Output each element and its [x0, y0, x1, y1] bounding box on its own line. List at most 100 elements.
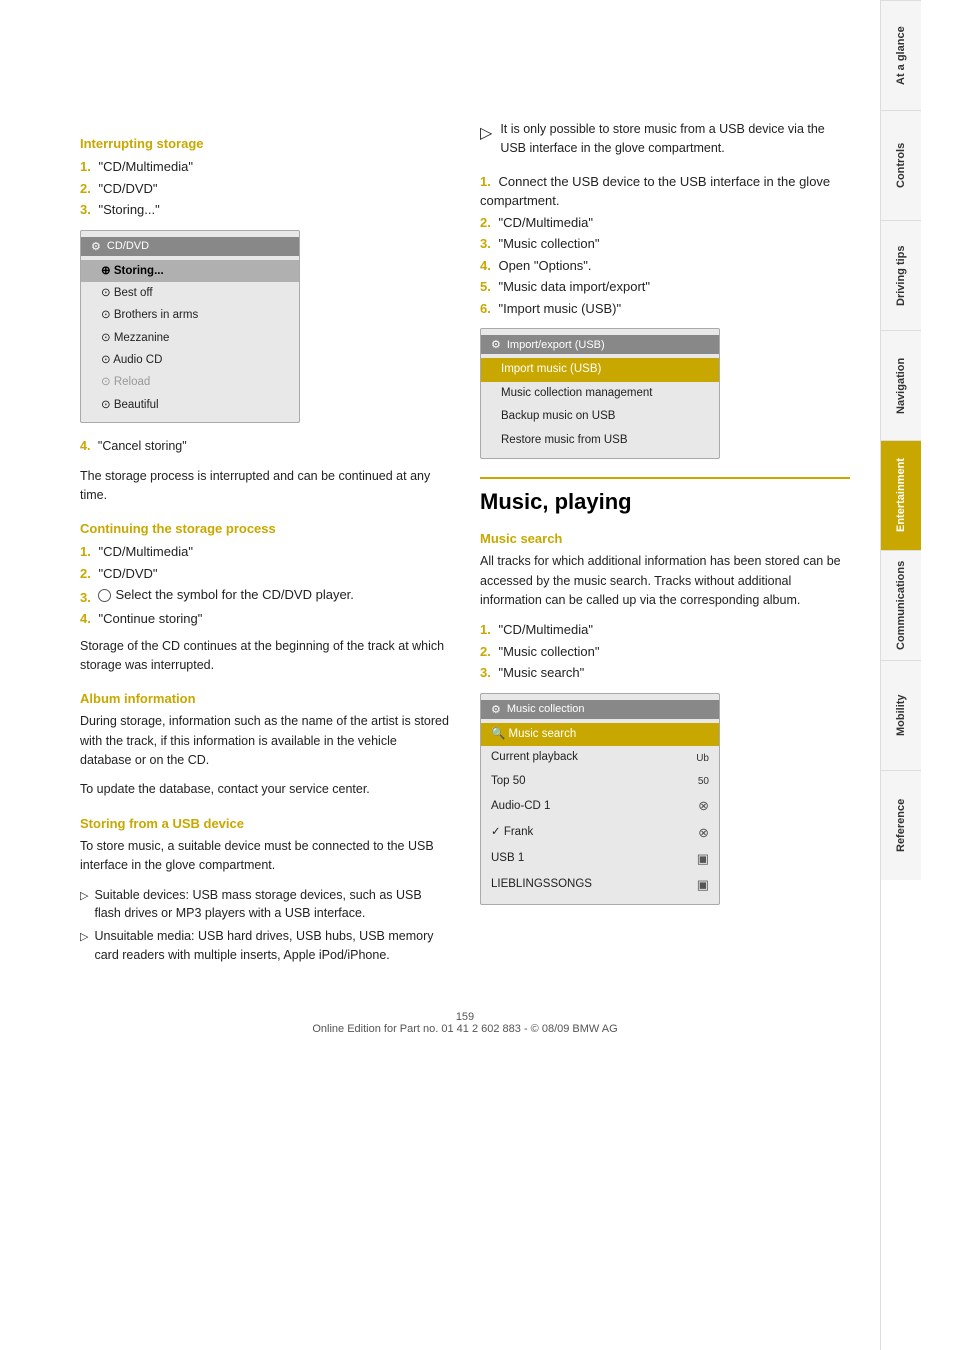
menu-item-storing: ⊕ Storing... [81, 260, 299, 282]
usb-step-4: 4. Open "Options". [480, 256, 850, 276]
step-num: 5. [480, 279, 491, 294]
gear-icon: ⚙ [491, 703, 501, 716]
usb-step-6: 6. "Import music (USB)" [480, 299, 850, 319]
menu-item-reload: ⊙ Reload [81, 371, 299, 393]
mc-item-usb1: USB 1 ▣ [481, 846, 719, 872]
mc-title-text: Music collection [507, 703, 585, 715]
right-sidebar: At a glance Controls Driving tips Naviga… [880, 0, 920, 1350]
mc-item-label: Current playback [491, 748, 578, 768]
usb-step-1: 1. Connect the USB device to the USB int… [480, 172, 850, 211]
step-text: "CD/DVD" [98, 566, 157, 581]
mc-item-icon: 50 [698, 773, 709, 790]
step-text: "Music collection" [498, 236, 599, 251]
storing-usb-section: Storing from a USB device To store music… [80, 816, 450, 965]
step-num: 1. [80, 544, 91, 559]
cont-step-1: 1. "CD/Multimedia" [80, 542, 450, 562]
usb-menu-title-text: Import/export (USB) [507, 339, 605, 351]
page-number: 159 [456, 1011, 474, 1023]
usb-menu-item-backup: Backup music on USB [481, 405, 719, 429]
sidebar-tab-driving-tips[interactable]: Driving tips [881, 220, 921, 330]
cont-step-3: 3. Select the symbol for the CD/DVD play… [80, 585, 450, 607]
sidebar-tab-mobility[interactable]: Mobility [881, 660, 921, 770]
step-num: 3. [80, 590, 91, 605]
music-search-section: Music search All tracks for which additi… [480, 531, 850, 905]
continuing-note: Storage of the CD continues at the begin… [80, 637, 450, 676]
mc-item-icon: ⊗ [698, 795, 709, 817]
step-text: "Storing..." [98, 202, 159, 217]
step-text: "Music search" [498, 665, 584, 680]
sidebar-tab-communications[interactable]: Communications [881, 550, 921, 660]
menu-title: ⚙ CD/DVD [81, 237, 299, 256]
step-text: "CD/Multimedia" [498, 215, 592, 230]
step-text: "CD/Multimedia" [98, 544, 192, 559]
ms-step-1: 1. "CD/Multimedia" [480, 620, 850, 640]
main-content: Interrupting storage 1. "CD/Multimedia" … [0, 0, 880, 1350]
ms-step-2: 2. "Music collection" [480, 642, 850, 662]
step-num: 6. [480, 301, 491, 316]
page-wrapper: Interrupting storage 1. "CD/Multimedia" … [0, 0, 954, 1350]
step-num: 3. [480, 236, 491, 251]
sidebar-tab-navigation[interactable]: Navigation [881, 330, 921, 440]
mc-item-icon: ▣ [697, 848, 709, 870]
step-text: Open "Options". [498, 258, 591, 273]
page-footer: 159 Online Edition for Part no. 01 41 2 … [80, 1011, 850, 1055]
step-4-num: 4. [80, 439, 90, 453]
mc-item-label: 🔍 Music search [491, 725, 576, 745]
step-text: "Music data import/export" [498, 279, 650, 294]
menu-item-mezzanine: ⊙ Mezzanine [81, 327, 299, 349]
music-search-steps: 1. "CD/Multimedia" 2. "Music collection"… [480, 620, 850, 683]
step-2: 2. "CD/DVD" [80, 179, 450, 199]
music-collection-screenshot: ⚙ Music collection 🔍 Music search Curren… [480, 693, 720, 905]
cddvd-player-icon [98, 589, 111, 602]
menu-title-text: CD/DVD [107, 240, 149, 252]
sidebar-tab-reference[interactable]: Reference [881, 770, 921, 880]
album-info-para2: To update the database, contact your ser… [80, 780, 450, 799]
interrupting-storage-heading: Interrupting storage [80, 136, 450, 151]
step-text: "Music collection" [498, 644, 599, 659]
usb-steps: 1. Connect the USB device to the USB int… [480, 172, 850, 319]
mc-item-lieblingssongs: LIEBLINGSSONGS ▣ [481, 872, 719, 898]
step-1: 1. "CD/Multimedia" [80, 157, 450, 177]
step-4-text: "Cancel storing" [98, 439, 187, 453]
menu-item-beautiful: ⊙ Beautiful [81, 394, 299, 416]
usb-menu-title: ⚙ Import/export (USB) [481, 335, 719, 354]
menu-item-bestoff: ⊙ Best off [81, 282, 299, 304]
sidebar-tab-controls[interactable]: Controls [881, 110, 921, 220]
continuing-storage-heading: Continuing the storage process [80, 521, 450, 536]
mc-item-label: LIEBLINGSSONGS [491, 875, 592, 895]
mc-item-icon: ▣ [697, 874, 709, 896]
usb-step-5: 5. "Music data import/export" [480, 277, 850, 297]
step-num: 1. [480, 174, 491, 189]
step-num: 1. [80, 159, 91, 174]
music-search-description: All tracks for which additional informat… [480, 552, 850, 610]
mc-item-label: Audio-CD 1 [491, 797, 550, 817]
step-text: "Continue storing" [98, 611, 202, 626]
interrupting-note: The storage process is interrupted and c… [80, 467, 450, 506]
usb-menu-item-management: Music collection management [481, 382, 719, 406]
usb-import-export-screenshot: ⚙ Import/export (USB) Import music (USB)… [480, 328, 720, 459]
step-text: "CD/Multimedia" [498, 622, 592, 637]
interrupting-storage-section: Interrupting storage 1. "CD/Multimedia" … [80, 136, 450, 505]
step-text: Select the symbol for the CD/DVD player. [115, 585, 353, 605]
bullet-text: Suitable devices: USB mass storage devic… [94, 886, 450, 924]
usb-step-3: 3. "Music collection" [480, 234, 850, 254]
gear-icon: ⚙ [91, 240, 101, 253]
usb-note-box: ▷ It is only possible to store music fro… [480, 120, 850, 158]
step-num: 4. [480, 258, 491, 273]
storing-usb-heading: Storing from a USB device [80, 816, 450, 831]
mc-item-label: Top 50 [491, 772, 526, 792]
mc-item-top50: Top 50 50 [481, 770, 719, 794]
sidebar-tab-at-a-glance[interactable]: At a glance [881, 0, 921, 110]
two-col-layout: Interrupting storage 1. "CD/Multimedia" … [80, 120, 850, 981]
mc-item-label: ✓ Frank [491, 823, 533, 843]
sidebar-tab-entertainment[interactable]: Entertainment [881, 440, 921, 550]
continuing-storage-steps: 1. "CD/Multimedia" 2. "CD/DVD" 3. Select… [80, 542, 450, 628]
mc-item-frank: ✓ Frank ⊗ [481, 820, 719, 846]
mc-item-label: USB 1 [491, 849, 524, 869]
step-num: 2. [80, 566, 91, 581]
step-num: 2. [80, 181, 91, 196]
interrupting-step4: 4. "Cancel storing" [80, 437, 450, 456]
usb-step-2: 2. "CD/Multimedia" [480, 213, 850, 233]
step-num: 3. [480, 665, 491, 680]
step-num: 2. [480, 644, 491, 659]
